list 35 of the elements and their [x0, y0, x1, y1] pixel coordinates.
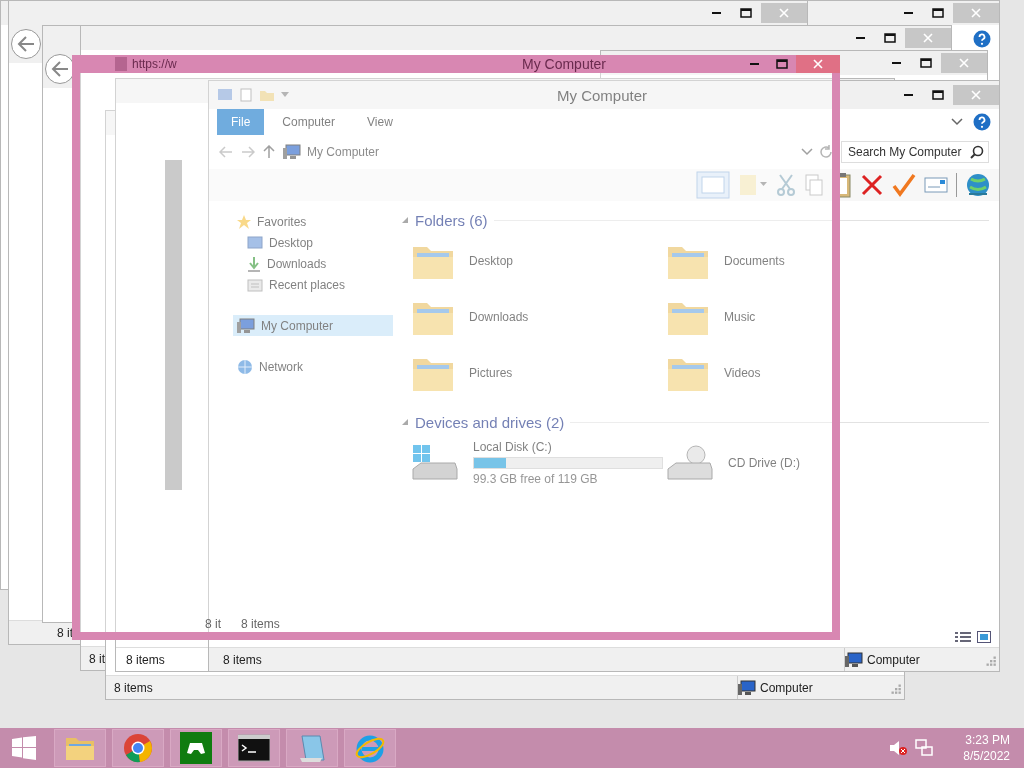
address-crumb[interactable]: My Computer	[307, 145, 380, 159]
status-text: 8 it	[205, 617, 221, 632]
ribbon-tab[interactable]: Computer	[268, 109, 350, 135]
folder-label[interactable]: Videos	[724, 366, 761, 380]
sidebar-item[interactable]: Recent places	[243, 274, 393, 295]
sidebar-item[interactable]: Desktop	[243, 232, 393, 253]
status-text: 8 items	[222, 652, 262, 667]
status-text: 8 items	[125, 652, 165, 667]
folder-label[interactable]: Pictures	[469, 366, 513, 380]
address-text: https://w	[132, 57, 178, 71]
drive-label[interactable]: Local Disk (C:)	[473, 440, 663, 454]
folder-label[interactable]: Desktop	[469, 254, 514, 268]
group-header: Devices and drives (2)	[415, 413, 565, 431]
ribbon-tab[interactable]: View	[353, 109, 407, 135]
clock-time[interactable]: 3:23 PM	[965, 732, 1010, 748]
sidebar-item[interactable]: Downloads	[243, 253, 393, 274]
sidebar-item[interactable]: Network	[233, 356, 393, 377]
status-text: 8 items	[241, 617, 280, 632]
status-location: Computer	[867, 652, 920, 667]
status-text: 8 it	[88, 651, 105, 666]
folder-label[interactable]: Downloads	[469, 310, 529, 324]
sidebar-item[interactable]: Favorites	[233, 211, 393, 232]
group-header: Folders (6)	[415, 211, 488, 229]
ribbon-tab[interactable]: File	[217, 109, 265, 135]
status-location: Computer	[760, 680, 813, 695]
clock-date[interactable]: 8/5/2022	[963, 748, 1010, 764]
sidebar-item[interactable]: My Computer	[233, 315, 393, 336]
drive-label[interactable]: CD Drive (D:)	[728, 456, 800, 470]
status-text: 8 items	[113, 680, 153, 695]
drive-detail: 99.3 GB free of 119 GB	[473, 472, 599, 486]
window-title: My Computer	[557, 86, 649, 104]
search-field[interactable]: Search My Computer	[841, 141, 989, 163]
folder-label[interactable]: Documents	[724, 254, 785, 268]
folder-label[interactable]: Music	[724, 310, 756, 324]
window-title: My Computer	[521, 56, 608, 72]
